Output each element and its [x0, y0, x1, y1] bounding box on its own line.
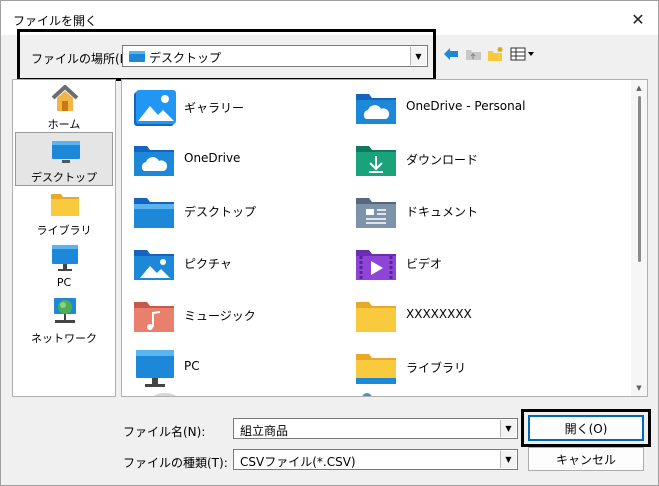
item-label: ダウンロード: [406, 153, 479, 167]
list-item-documents[interactable]: ドキュメント: [348, 188, 563, 236]
gallery-icon: [134, 90, 176, 126]
disk-drive-icon: [154, 393, 176, 396]
item-label: ビデオ: [406, 257, 443, 271]
place-label: ライブラリ: [36, 224, 92, 237]
list-item-onedrive-personal[interactable]: OneDrive - Personal: [348, 84, 563, 132]
filetype-value: CSVファイル(*.CSV): [240, 455, 356, 469]
network-icon: [362, 393, 372, 396]
list-item-gallery[interactable]: ギャラリー: [126, 84, 341, 132]
filename-value: 組立商品: [240, 424, 289, 438]
item-label: ミュージック: [184, 309, 256, 323]
pc-monitor-icon: [136, 350, 174, 387]
downloads-folder-icon: [356, 146, 396, 176]
place-library[interactable]: ライブラリ: [15, 186, 113, 240]
place-label: ホーム: [47, 118, 81, 131]
item-label: ギャラリー: [184, 101, 245, 115]
list-item-folder[interactable]: XXXXXXXX: [348, 292, 563, 340]
filename-input[interactable]: 組立商品 ▼: [233, 418, 518, 439]
place-network[interactable]: ネットワーク: [15, 294, 113, 348]
cancel-button[interactable]: キャンセル: [528, 447, 644, 471]
library-folder-icon: [356, 354, 396, 384]
folder-icon: [356, 302, 396, 332]
item-label: OneDrive: [184, 151, 241, 165]
location-value: デスクトップ: [149, 51, 222, 65]
close-button[interactable]: ✕: [626, 7, 650, 31]
place-label: ネットワーク: [31, 332, 97, 345]
documents-folder-icon: [356, 198, 396, 228]
scroll-up-arrow-icon[interactable]: ▲: [631, 81, 647, 95]
desktop-folder-icon: [134, 198, 174, 228]
onedrive-folder-icon: [356, 94, 396, 124]
item-label: ピクチャ: [184, 257, 232, 271]
filename-label: ファイル名(N):: [123, 425, 206, 439]
filetype-select[interactable]: CSVファイル(*.CSV) ▼: [233, 449, 518, 470]
network-icon: [54, 298, 76, 323]
home-icon: [51, 85, 79, 111]
places-bar: ホーム デスクトップ ライブラリ PC ネットワーク: [12, 79, 116, 397]
item-label: PC: [184, 359, 200, 373]
list-item-videos[interactable]: ビデオ: [348, 240, 563, 288]
place-pc[interactable]: PC: [15, 240, 113, 294]
desktop-icon: [52, 141, 80, 163]
place-label: デスクトップ: [31, 171, 97, 184]
place-label: PC: [56, 276, 72, 289]
scroll-down-arrow-icon[interactable]: ▼: [631, 381, 647, 395]
up-folder-icon[interactable]: [464, 45, 482, 63]
back-arrow-icon[interactable]: [442, 45, 460, 63]
chevron-down-icon[interactable]: ▼: [500, 420, 516, 437]
chevron-down-icon[interactable]: ▼: [410, 47, 426, 65]
location-label: ファイルの場所(I):: [31, 52, 132, 66]
vertical-scrollbar[interactable]: ▲ ▼: [631, 80, 647, 396]
open-button[interactable]: 開く(O): [528, 415, 644, 441]
scroll-thumb[interactable]: [638, 96, 641, 262]
list-item-pictures[interactable]: ピクチャ: [126, 240, 341, 288]
videos-folder-icon: [356, 250, 396, 280]
file-list: ギャラリー OneDrive - Personal OneDrive ダウンロー…: [121, 79, 648, 397]
list-item-music[interactable]: ミュージック: [126, 292, 341, 340]
desktop-icon: [129, 51, 145, 62]
place-desktop[interactable]: デスクトップ: [15, 132, 113, 186]
chevron-down-icon[interactable]: ▼: [500, 451, 516, 468]
music-folder-icon: [134, 302, 174, 332]
open-file-dialog: ファイルを開く ✕ ファイルの場所(I): デスクトップ ▼ ホーム デスクトッ…: [0, 0, 659, 486]
item-label: ライブラリ: [406, 361, 467, 375]
library-folder-icon: [51, 194, 79, 216]
item-label: XXXXXXXX: [406, 307, 472, 321]
list-item-pc[interactable]: PC: [126, 344, 341, 392]
item-label: ドキュメント: [406, 205, 479, 219]
pictures-folder-icon: [134, 250, 174, 280]
item-label: OneDrive - Personal: [406, 99, 526, 113]
new-folder-icon[interactable]: [487, 45, 505, 63]
list-item-desktop[interactable]: デスクトップ: [126, 188, 341, 236]
dialog-title: ファイルを開く: [13, 14, 98, 28]
location-combobox[interactable]: デスクトップ ▼: [122, 45, 428, 67]
list-item-downloads[interactable]: ダウンロード: [348, 136, 563, 184]
list-item-library[interactable]: ライブラリ: [348, 344, 563, 392]
filetype-label: ファイルの種類(T):: [123, 456, 228, 470]
list-item-onedrive[interactable]: OneDrive: [126, 136, 341, 184]
pc-monitor-icon: [52, 245, 78, 271]
onedrive-folder-icon: [134, 146, 174, 176]
place-home[interactable]: ホーム: [15, 80, 113, 134]
view-menu-icon[interactable]: [510, 45, 538, 63]
item-label: デスクトップ: [184, 205, 257, 219]
